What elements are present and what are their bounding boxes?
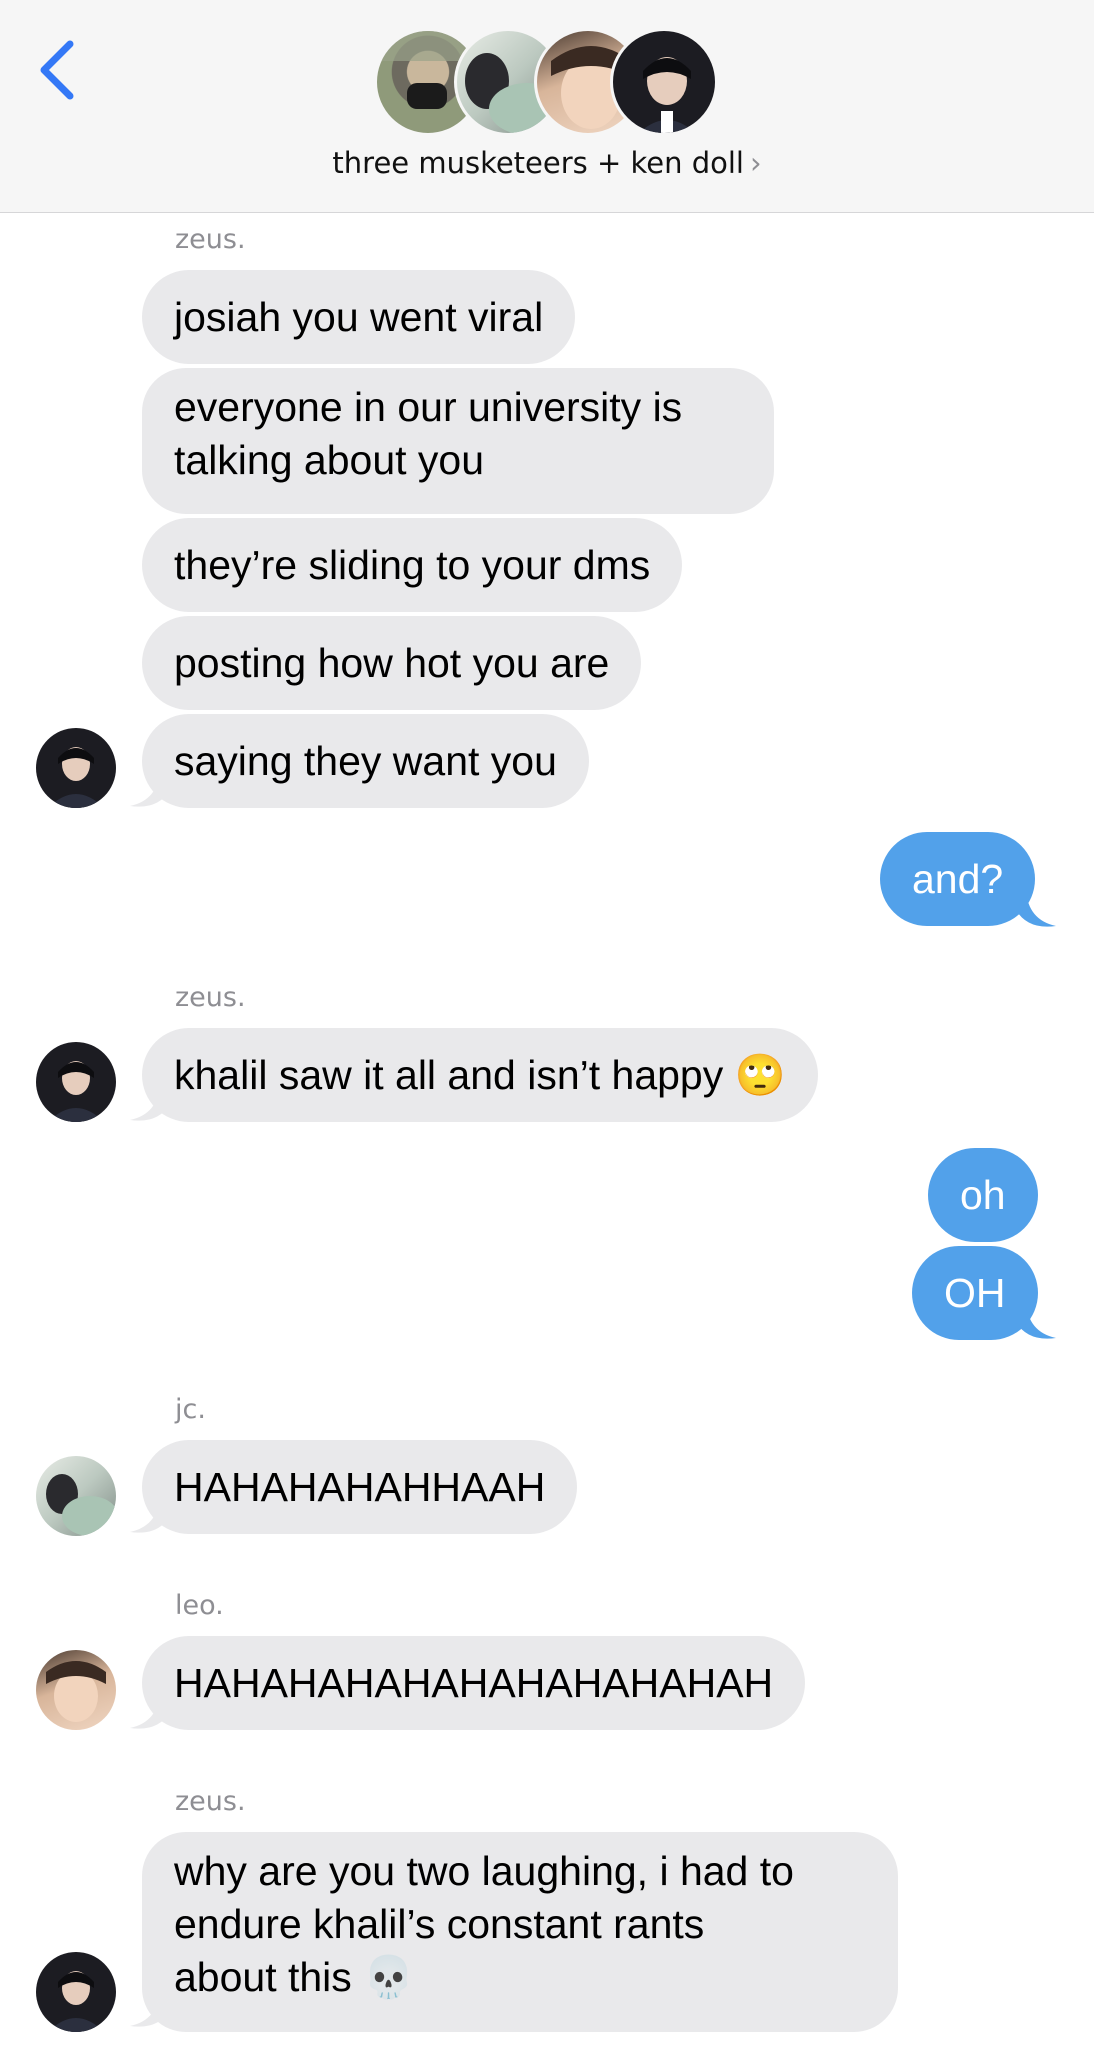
message-bubble-outgoing[interactable]: OH bbox=[912, 1246, 1038, 1340]
sender-name: zeus. bbox=[175, 224, 246, 255]
avatar bbox=[36, 1042, 116, 1122]
message-line: why are you two laughing, i had to bbox=[174, 1848, 794, 1894]
message-bubble[interactable]: HAHAHAHAHHAAH bbox=[142, 1440, 578, 1534]
avatar bbox=[36, 1456, 116, 1536]
sender-name: zeus. bbox=[175, 1786, 246, 1817]
message-bubble[interactable]: posting how hot you are bbox=[142, 616, 642, 710]
message-line: talking about you bbox=[174, 437, 485, 483]
message-bubble[interactable]: HAHAHAHAHAHAHAHAHAHAH bbox=[142, 1636, 806, 1730]
sender-name: leo. bbox=[175, 1590, 224, 1621]
message-line: endure khalil’s constant rants bbox=[174, 1901, 705, 1947]
conversation-header: three musketeers + ken doll › bbox=[0, 0, 1094, 213]
conversation-title[interactable]: three musketeers + ken doll › bbox=[0, 146, 1094, 180]
sender-name: jc. bbox=[175, 1394, 206, 1425]
chevron-right-icon: › bbox=[749, 146, 762, 180]
message-line: everyone in our university is bbox=[174, 384, 683, 430]
group-avatars[interactable] bbox=[374, 28, 718, 136]
sender-name: zeus. bbox=[175, 982, 246, 1013]
avatar bbox=[36, 1952, 116, 2032]
message-bubble-outgoing[interactable]: and? bbox=[880, 832, 1036, 926]
message-bubble[interactable]: they’re sliding to your dms bbox=[142, 518, 683, 612]
message-bubble[interactable]: everyone in our university is talking ab… bbox=[142, 368, 774, 514]
message-line: about this 💀 bbox=[174, 1954, 415, 2000]
message-bubble[interactable]: saying they want you bbox=[142, 714, 589, 808]
message-bubble[interactable]: khalil saw it all and isn’t happy 🙄 bbox=[142, 1028, 818, 1122]
title-text: three musketeers + ken doll bbox=[332, 146, 744, 180]
message-bubble-outgoing[interactable]: oh bbox=[928, 1148, 1038, 1242]
back-chevron-icon[interactable] bbox=[30, 30, 90, 110]
avatar bbox=[36, 728, 116, 808]
avatar bbox=[610, 28, 718, 136]
message-bubble[interactable]: josiah you went viral bbox=[142, 270, 576, 364]
message-bubble[interactable]: why are you two laughing, i had to endur… bbox=[142, 1832, 898, 2032]
avatar bbox=[36, 1650, 116, 1730]
